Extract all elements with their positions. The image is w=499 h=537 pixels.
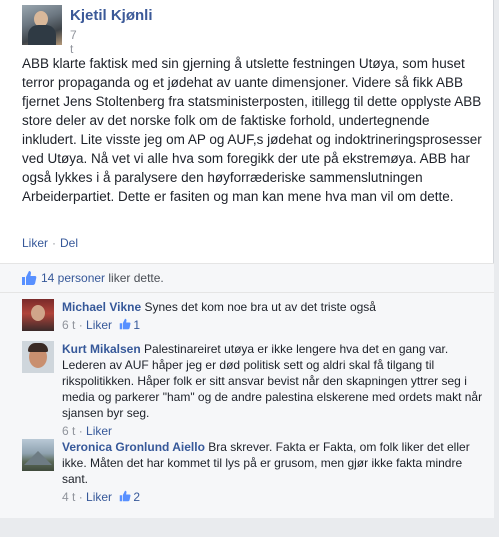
comment-like-link[interactable]: Liker <box>86 318 112 332</box>
thumbs-up-icon <box>119 490 131 506</box>
thumbs-up-icon <box>119 318 131 334</box>
author-avatar[interactable] <box>22 5 62 45</box>
likes-text: 14 personer liker dette. <box>41 271 164 285</box>
commenter-avatar[interactable] <box>22 299 54 331</box>
comment-like-count[interactable]: 1 <box>133 318 140 332</box>
post-author[interactable]: Kjetil Kjønli <box>70 7 153 24</box>
comment-body: Michael Vikne Synes det kom noe bra ut a… <box>62 299 484 334</box>
comment-like-link[interactable]: Liker <box>86 490 112 504</box>
meta-separator: · <box>78 490 83 504</box>
comment-meta: 6 t · Liker <box>62 423 484 439</box>
post-text: ABB klarte faktisk med sin gjerning å ut… <box>22 56 482 204</box>
meta-separator: · <box>78 424 83 438</box>
comment-author[interactable]: Michael Vikne <box>62 300 141 314</box>
comment-time[interactable]: 6 t <box>62 424 75 438</box>
meta-separator: · <box>78 318 83 332</box>
post-actions: Liker · Del <box>22 236 78 250</box>
commenter-avatar[interactable] <box>22 341 54 373</box>
comment-meta: 6 t · Liker 1 <box>62 317 484 334</box>
post-timestamp[interactable]: 7 t <box>70 28 77 56</box>
commenter-avatar[interactable] <box>22 439 54 471</box>
like-link[interactable]: Liker <box>22 236 48 250</box>
comment-meta: 4 t · Liker 2 <box>62 489 484 506</box>
comments-section: Michael Vikne Synes det kom noe bra ut a… <box>0 293 494 518</box>
comment-time[interactable]: 6 t <box>62 318 75 332</box>
comment-like-count[interactable]: 2 <box>133 490 140 504</box>
comment-body: Kurt Mikalsen Palestinareiret utøya er i… <box>62 341 484 439</box>
likes-suffix: liker dette. <box>105 271 164 285</box>
thumbs-up-icon <box>21 270 37 291</box>
comment-author[interactable]: Veronica Gronlund Aiello <box>62 440 205 454</box>
post-card: Kjetil Kjønli 7 t ABB klarte faktisk med… <box>0 0 494 518</box>
likes-summary-row: 14 personer liker dette. <box>0 263 494 293</box>
comment-text: Synes det kom noe bra ut av det triste o… <box>144 300 376 314</box>
comment-like-link[interactable]: Liker <box>86 424 112 438</box>
share-link[interactable]: Del <box>60 236 78 250</box>
comment-time[interactable]: 4 t <box>62 490 75 504</box>
likes-count-link[interactable]: 14 personer <box>41 271 105 285</box>
comment-author[interactable]: Kurt Mikalsen <box>62 342 141 356</box>
action-separator: · <box>52 236 57 250</box>
comment-body: Veronica Gronlund Aiello Bra skrever. Fa… <box>62 439 484 506</box>
